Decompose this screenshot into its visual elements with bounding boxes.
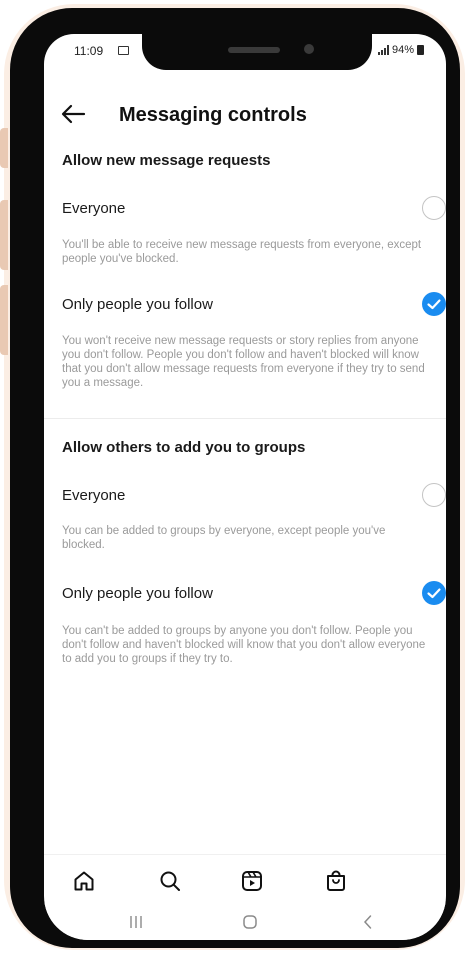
option-label-requests-everyone[interactable]: Everyone bbox=[62, 200, 125, 217]
bottom-navigation bbox=[44, 854, 446, 904]
option-description-requests-everyone: You'll be able to receive new message re… bbox=[62, 239, 422, 265]
home-icon[interactable] bbox=[72, 869, 96, 893]
checkmark-icon bbox=[427, 299, 441, 310]
side-button-bottom bbox=[0, 285, 8, 355]
speaker-grille bbox=[228, 47, 280, 53]
radio-groups-following[interactable] bbox=[422, 581, 446, 605]
home-button-icon[interactable] bbox=[240, 912, 260, 932]
phone-frame: 11:09 94% Messaging controls Allow new m… bbox=[10, 8, 460, 948]
recents-icon[interactable] bbox=[126, 912, 146, 932]
section-title-message-requests: Allow new message requests bbox=[62, 152, 271, 169]
option-description-groups-following: You can't be added to groups by anyone y… bbox=[62, 625, 426, 665]
checkmark-icon bbox=[427, 588, 441, 599]
screen: 11:09 94% Messaging controls Allow new m… bbox=[44, 34, 446, 940]
battery-icon bbox=[417, 45, 424, 55]
battery-level: 94% bbox=[391, 44, 414, 56]
side-button-top bbox=[0, 128, 8, 168]
side-button-middle bbox=[0, 200, 8, 270]
radio-requests-everyone[interactable] bbox=[422, 196, 446, 220]
gallery-notification-icon bbox=[118, 46, 129, 55]
back-icon[interactable] bbox=[358, 912, 378, 932]
system-navigation-bar bbox=[44, 902, 446, 940]
front-camera bbox=[304, 44, 314, 54]
option-label-groups-everyone[interactable]: Everyone bbox=[62, 487, 125, 504]
camera-notch bbox=[142, 34, 372, 70]
shop-icon[interactable] bbox=[324, 869, 348, 893]
radio-groups-everyone[interactable] bbox=[422, 483, 446, 507]
option-label-requests-following[interactable]: Only people you follow bbox=[62, 296, 213, 313]
back-arrow-icon[interactable] bbox=[60, 102, 86, 126]
page-title: Messaging controls bbox=[119, 104, 307, 126]
app-header: Messaging controls bbox=[44, 92, 446, 136]
option-description-groups-everyone: You can be added to groups by everyone, … bbox=[62, 525, 386, 551]
status-indicators: 94% bbox=[377, 44, 424, 56]
status-time: 11:09 bbox=[74, 44, 104, 58]
signal-icon bbox=[377, 45, 389, 55]
option-description-requests-following: You won't receive new message requests o… bbox=[62, 335, 425, 389]
radio-requests-following[interactable] bbox=[422, 292, 446, 316]
search-icon[interactable] bbox=[158, 869, 182, 893]
option-label-groups-following[interactable]: Only people you follow bbox=[62, 585, 213, 602]
section-divider bbox=[44, 418, 446, 419]
reels-icon[interactable] bbox=[240, 869, 264, 893]
section-title-groups: Allow others to add you to groups bbox=[62, 439, 306, 456]
